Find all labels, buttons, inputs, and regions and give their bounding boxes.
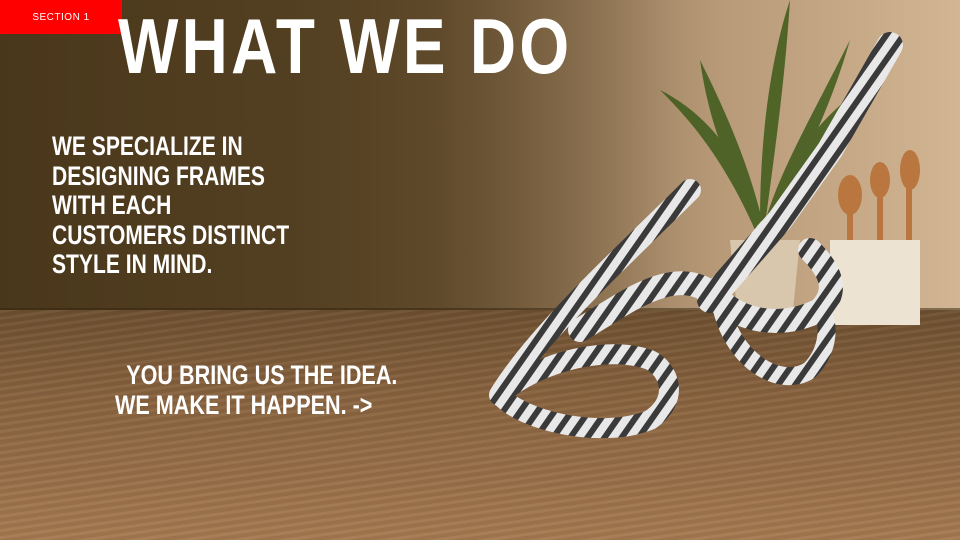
description-line: WITH EACH xyxy=(52,190,172,220)
cta-link[interactable]: YOU BRING US THE IDEA. WE MAKE IT HAPPEN… xyxy=(115,360,397,420)
cta-line: YOU BRING US THE IDEA. xyxy=(126,360,398,390)
description-line: CUSTOMERS DISTINCT xyxy=(52,219,290,250)
description-line: DESIGNING FRAMES xyxy=(52,160,265,191)
cta-line-arrow: WE MAKE IT HAPPEN. -> xyxy=(115,390,373,420)
description-line: WE SPECIALIZE IN xyxy=(52,131,243,161)
section-badge: SECTION 1 xyxy=(0,0,122,34)
description: WE SPECIALIZE IN DESIGNING FRAMES WITH E… xyxy=(52,131,290,280)
page-title: WHAT WE DO xyxy=(118,2,573,90)
description-line: STYLE IN MIND. xyxy=(52,249,213,279)
